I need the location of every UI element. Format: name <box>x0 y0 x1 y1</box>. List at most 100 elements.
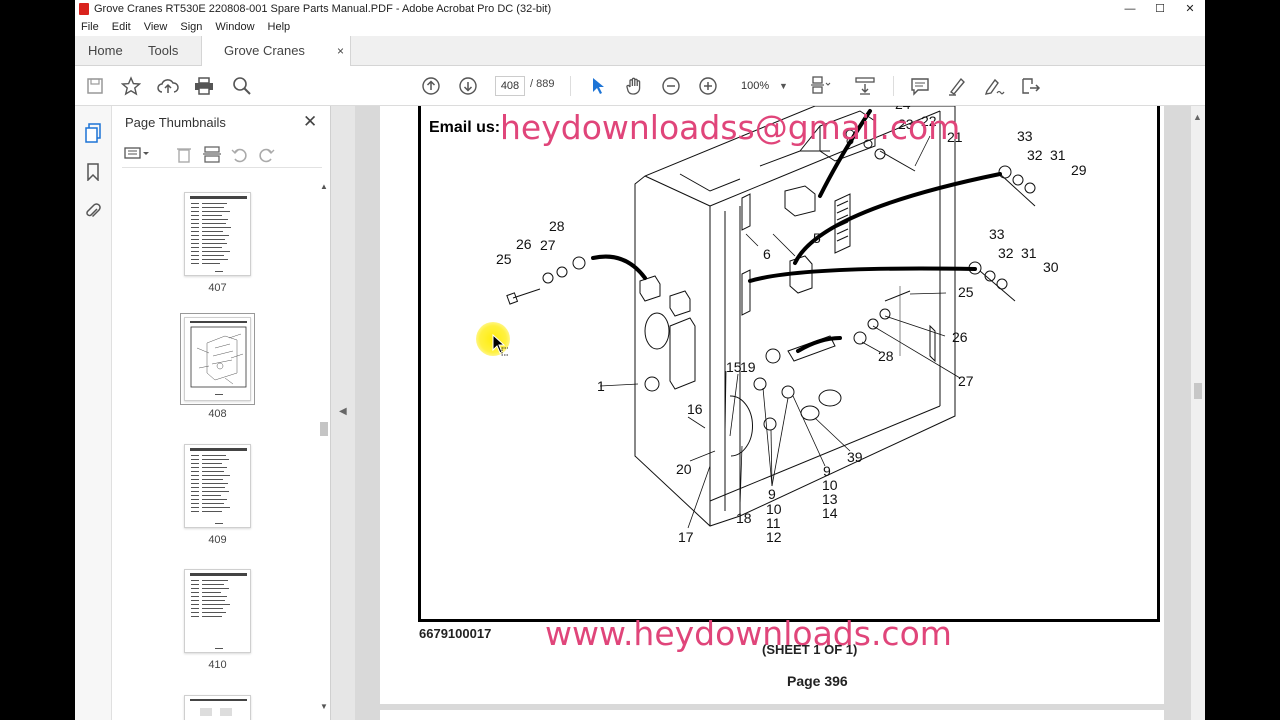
window-controls: — ☐ ✕ <box>1115 0 1205 18</box>
document-view[interactable]: 1 5 6 9 9 10 10 11 12 13 14 15 16 17 18 … <box>355 106 1191 720</box>
thumbnail-label: 407 <box>208 282 227 294</box>
hand-tool-icon[interactable] <box>622 74 646 98</box>
menu-file[interactable]: File <box>81 21 99 33</box>
thumbnail-options-icon[interactable] <box>124 146 149 166</box>
callout-label: 26 <box>516 236 532 252</box>
insert-page-icon[interactable] <box>202 146 222 166</box>
page-total: / 889 <box>530 78 555 90</box>
toolbar-divider <box>893 76 894 96</box>
rotate-left-icon[interactable] <box>230 146 250 166</box>
thumbnail-page-407[interactable] <box>184 192 251 276</box>
zoom-in-icon[interactable] <box>696 74 720 98</box>
page-display-icon[interactable] <box>808 74 832 98</box>
maximize-button[interactable]: ☐ <box>1145 0 1175 18</box>
callout-label: 9 <box>768 486 776 502</box>
scrollbar-thumb[interactable] <box>320 422 328 436</box>
minimize-button[interactable]: — <box>1115 0 1145 18</box>
callout-label: 16 <box>687 401 703 417</box>
comment-icon[interactable] <box>908 74 932 98</box>
menu-view[interactable]: View <box>144 21 168 33</box>
callout-label: 27 <box>958 373 974 389</box>
rotate-right-icon[interactable] <box>256 146 276 166</box>
tab-tools[interactable]: Tools <box>148 36 178 66</box>
sheet-indicator: (SHEET 1 OF 1) <box>762 642 858 657</box>
tab-close-button[interactable]: × <box>337 36 344 66</box>
highlight-pen-icon[interactable] <box>945 74 969 98</box>
page-thumbnails-icon[interactable] <box>83 123 103 143</box>
chevron-down-icon: ▼ <box>779 81 788 91</box>
attachment-paperclip-icon[interactable] <box>83 202 103 222</box>
menu-edit[interactable]: Edit <box>112 21 131 33</box>
callout-label: 14 <box>822 505 838 521</box>
callout-label: 25 <box>958 284 974 300</box>
callout-label: 5 <box>813 230 821 246</box>
document-scrollbar[interactable]: ▲ <box>1191 106 1205 720</box>
callout-label: 28 <box>549 218 565 234</box>
save-icon[interactable] <box>83 74 107 98</box>
scrollbar-thumb[interactable] <box>1194 383 1202 399</box>
callout-label: 17 <box>678 529 694 545</box>
title-bar: Grove Cranes RT530E 220808-001 Spare Par… <box>75 0 1205 18</box>
menu-bar: File Edit View Sign Window Help <box>75 18 1205 36</box>
close-panel-button[interactable]: ✕ <box>303 112 317 132</box>
zoom-level-select[interactable]: 100% ▼ <box>731 76 791 96</box>
toolbar-divider <box>570 76 571 96</box>
page-number-input[interactable]: 408 <box>495 76 525 96</box>
callout-label: 1 <box>597 378 605 394</box>
next-page-icon[interactable] <box>456 74 480 98</box>
callout-label: 6 <box>763 246 771 262</box>
zoom-out-icon[interactable] <box>659 74 683 98</box>
share-send-icon[interactable] <box>1019 74 1043 98</box>
close-window-button[interactable]: ✕ <box>1175 0 1205 18</box>
menu-sign[interactable]: Sign <box>180 21 202 33</box>
panel-title: Page Thumbnails <box>125 115 226 130</box>
menu-window[interactable]: Window <box>215 21 254 33</box>
scroll-mode-icon[interactable] <box>853 74 877 98</box>
star-icon[interactable] <box>119 74 143 98</box>
search-icon[interactable] <box>230 74 254 98</box>
scroll-up-icon[interactable]: ▲ <box>320 182 328 191</box>
thumbnail-page-409[interactable] <box>184 444 251 528</box>
callout-label: 32 <box>1027 147 1043 163</box>
thumbnail-page-410[interactable] <box>184 569 251 653</box>
window-title: Grove Cranes RT530E 220808-001 Spare Par… <box>94 3 552 15</box>
next-pdf-page <box>380 710 1164 720</box>
callout-label: 29 <box>1071 162 1087 178</box>
previous-page-icon[interactable] <box>419 74 443 98</box>
mouse-pointer-icon <box>492 334 508 356</box>
panel-collapse-handle[interactable]: ◀ <box>331 106 355 720</box>
scroll-down-icon[interactable]: ▼ <box>320 702 328 711</box>
page-thumbnails-panel: Page Thumbnails ✕ 407 408 409 410 ▲ ▼ <box>112 106 331 720</box>
acrobat-window: Grove Cranes RT530E 220808-001 Spare Par… <box>75 0 1205 720</box>
callout-label: 31 <box>1021 245 1037 261</box>
thumbnail-scrollbar[interactable]: ▲ ▼ <box>319 182 329 714</box>
callout-label: 33 <box>1017 128 1033 144</box>
email-watermark: heydownloadss@gmail.com <box>500 108 961 147</box>
tab-document[interactable]: Grove Cranes RT53... × <box>201 36 351 88</box>
main-toolbar: 408 / 889 100% ▼ <box>75 66 1205 106</box>
thumbnail-label: 410 <box>208 659 227 671</box>
tab-home[interactable]: Home <box>88 36 123 66</box>
email-label: Email us: <box>429 119 501 136</box>
callout-label: 28 <box>878 348 894 364</box>
callout-label: 30 <box>1043 259 1059 275</box>
callout-label: 32 <box>998 245 1014 261</box>
zoom-level-value: 100% <box>741 80 770 92</box>
thumbnail-label: 408 <box>208 408 227 420</box>
callout-label: 33 <box>989 226 1005 242</box>
sign-pen-icon[interactable] <box>982 74 1006 98</box>
print-icon[interactable] <box>192 74 216 98</box>
thumbnail-page-partial[interactable] <box>184 695 251 720</box>
thumbnail-page-408[interactable] <box>180 313 255 405</box>
drawing-part-number: 6679100017 <box>419 626 492 641</box>
callout-label: 26 <box>952 329 968 345</box>
select-cursor-icon[interactable] <box>586 74 610 98</box>
callout-label: 39 <box>847 449 863 465</box>
delete-page-icon[interactable] <box>174 146 194 166</box>
callout-label: 19 <box>740 359 756 375</box>
pdf-page: 1 5 6 9 9 10 10 11 12 13 14 15 16 17 18 … <box>380 106 1164 704</box>
cloud-upload-icon[interactable] <box>156 74 180 98</box>
menu-help[interactable]: Help <box>268 21 291 33</box>
scroll-up-icon[interactable]: ▲ <box>1193 112 1202 122</box>
bookmark-icon[interactable] <box>83 163 103 183</box>
